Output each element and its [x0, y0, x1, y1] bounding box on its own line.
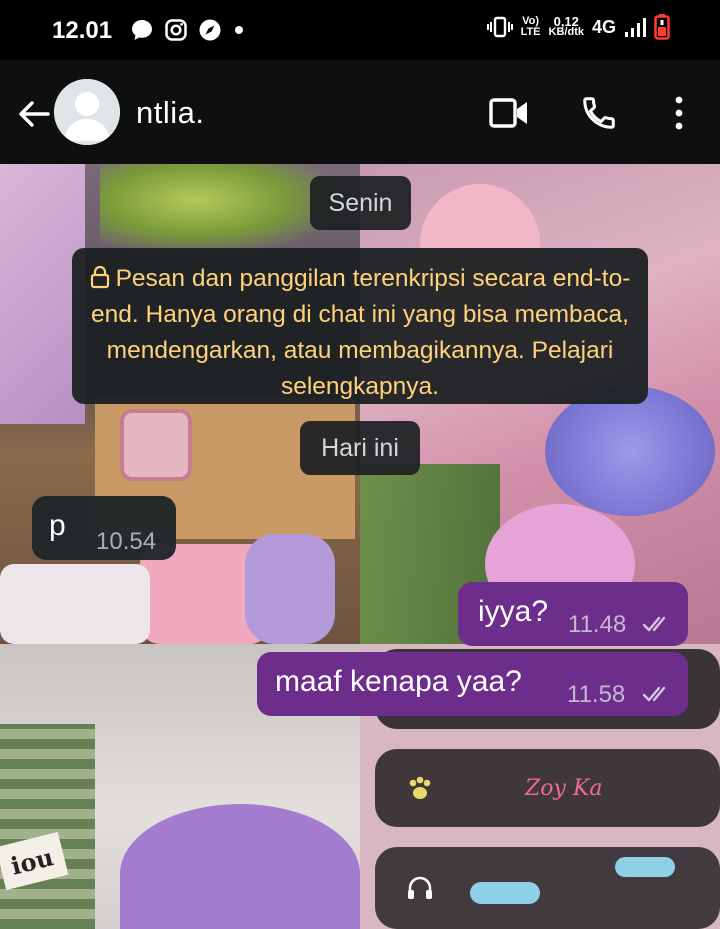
swirl-mug	[120, 409, 192, 481]
status-time: 12.01	[52, 17, 113, 44]
cloud-sticker	[470, 882, 540, 904]
gingham-pouch	[0, 724, 95, 929]
volte-bottom: LTE	[520, 26, 541, 38]
status-right: Vo) LTE 0,12 KB/dtk 4G	[486, 14, 670, 40]
date-chip-monday: Senin	[310, 176, 411, 230]
message-time: 11.48	[568, 611, 627, 638]
date-chip-text-today: Hari ini	[321, 433, 399, 462]
phone-call-icon[interactable]	[580, 94, 618, 132]
instagram-icon	[165, 19, 187, 41]
avatar-icon	[54, 79, 120, 145]
double-check-icon	[642, 616, 666, 632]
video-call-icon[interactable]	[489, 96, 529, 130]
chat-bubble-icon	[132, 20, 152, 40]
data-speed: 0,12 KB/dtk	[548, 15, 584, 38]
notification-icons	[130, 18, 246, 42]
signal-icon	[625, 18, 646, 37]
message-time: 10.54	[96, 528, 157, 555]
widget-3	[375, 847, 720, 929]
date-chip-today: Hari ini	[300, 421, 420, 475]
avatar[interactable]	[54, 79, 120, 145]
double-check-icon	[642, 686, 666, 702]
lilac-pillow	[245, 534, 335, 644]
sticker-text: Zoy Ka	[525, 776, 603, 801]
message-bubble-outgoing[interactable]: maaf kenapa yaa? 11.58	[257, 652, 688, 716]
purple-hat	[120, 804, 360, 929]
date-chip-text: Senin	[328, 188, 393, 217]
encryption-notice[interactable]: Pesan dan panggilan terenkripsi secara e…	[72, 248, 648, 404]
back-arrow-icon[interactable]	[14, 94, 54, 134]
network-type: 4G	[591, 16, 616, 37]
battery-low-icon	[654, 14, 670, 40]
vibrate-icon	[486, 16, 513, 38]
white-cushion	[0, 564, 150, 644]
widget-2: Zoy Ka	[375, 749, 720, 827]
dot-icon	[235, 26, 243, 34]
message-text: maaf kenapa yaa?	[275, 665, 522, 698]
lilac-hyacinth	[545, 386, 715, 516]
paw-icon	[409, 776, 431, 799]
pouch-label-text: iou	[7, 841, 57, 881]
headphones-icon	[408, 876, 432, 899]
message-bubble-outgoing[interactable]: iyya? 11.48	[458, 582, 688, 646]
more-menu-icon[interactable]	[672, 96, 686, 130]
encryption-notice-text: Pesan dan panggilan terenkripsi secara e…	[91, 265, 631, 400]
message-bubble-incoming[interactable]: p 10.54	[32, 496, 176, 560]
volte-indicator: Vo) LTE	[521, 16, 541, 38]
status-bar: 12.01 Vo) LTE 0,12 KB/dtk 4G	[0, 0, 720, 60]
cloud-sticker-2	[615, 857, 675, 877]
tulip-bouquet	[100, 164, 340, 254]
speed-unit: KB/dtk	[548, 26, 584, 38]
message-text: iyya?	[478, 595, 549, 628]
message-text: p	[49, 509, 66, 542]
message-time: 11.58	[567, 681, 626, 708]
lock-icon	[90, 265, 109, 289]
compass-icon	[199, 19, 221, 41]
contact-name[interactable]: ntlia.	[136, 95, 204, 131]
